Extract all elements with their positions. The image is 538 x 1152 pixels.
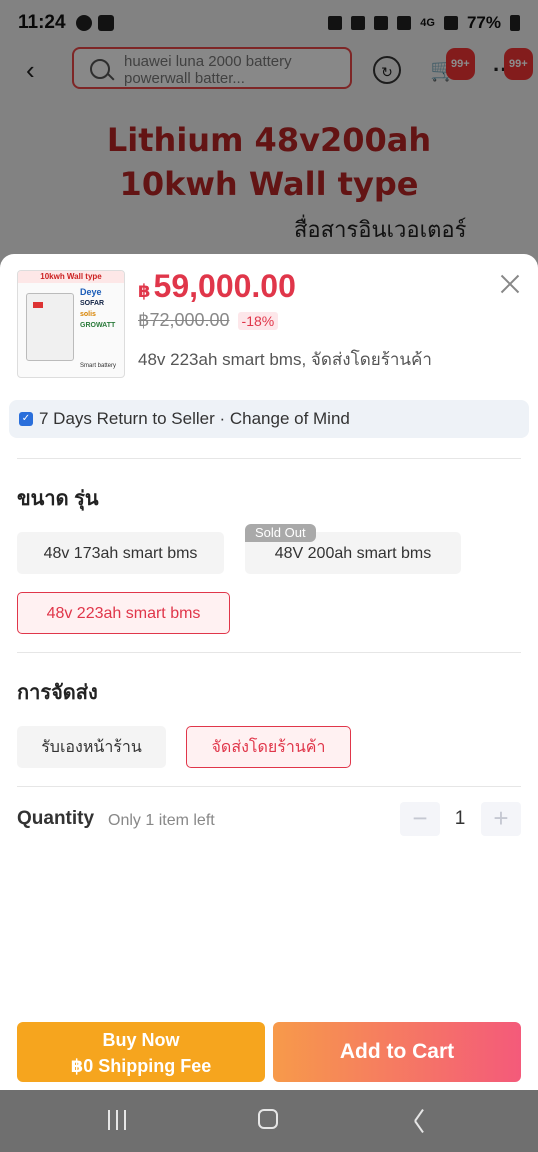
quantity-increase-button[interactable]: +: [481, 802, 521, 836]
add-to-cart-button[interactable]: Add to Cart: [273, 1022, 521, 1082]
system-navigation-bar: [0, 1090, 538, 1152]
old-price-row: ฿72,000.00 -18%: [138, 310, 279, 331]
quantity-decrease-button[interactable]: −: [400, 802, 440, 836]
shipping-option-seller-delivery[interactable]: จัดส่งโดยร้านค้า: [186, 726, 351, 768]
thumbnail-footer: Smart battery: [80, 363, 117, 369]
recent-apps-icon[interactable]: [108, 1110, 128, 1130]
quantity-label: Quantity: [17, 808, 95, 829]
selected-variant-summary: 48v 223ah smart bms, จัดส่งโดยร้านค้า: [138, 350, 432, 369]
product-thumbnail: 10kwh Wall type Deye SOFAR solis GROWATT…: [17, 270, 125, 378]
system-back-icon[interactable]: [412, 1108, 426, 1132]
stock-note: Only 1 item left: [108, 812, 215, 829]
size-option-223ah[interactable]: 48v 223ah smart bms: [17, 592, 230, 634]
return-policy-text: 7 Days Return to Seller · Change of Mind: [39, 409, 350, 428]
buy-now-button[interactable]: Buy Now ฿0 Shipping Fee: [17, 1022, 265, 1082]
divider: [17, 458, 521, 459]
currency-symbol: ฿: [138, 281, 151, 301]
close-icon[interactable]: [496, 270, 524, 298]
sold-out-badge: Sold Out: [245, 524, 316, 542]
check-icon: ✓: [19, 412, 33, 426]
buy-now-label: Buy Now: [102, 1030, 180, 1050]
quantity-value[interactable]: 1: [440, 808, 480, 830]
modal-backdrop[interactable]: [0, 0, 538, 270]
shipping-section-title: การจัดส่ง: [17, 682, 98, 704]
shipping-fee-label: ฿0 Shipping Fee: [70, 1056, 212, 1076]
divider: [17, 786, 521, 787]
discount-badge: -18%: [237, 311, 279, 330]
divider: [17, 652, 521, 653]
return-policy-banner[interactable]: ✓ 7 Days Return to Seller · Change of Mi…: [9, 400, 529, 438]
size-option-173ah[interactable]: 48v 173ah smart bms: [17, 532, 224, 574]
price-amount: 59,000.00: [153, 268, 296, 304]
original-price: ฿72,000.00: [138, 310, 230, 330]
variant-selector-sheet: 10kwh Wall type Deye SOFAR solis GROWATT…: [0, 254, 538, 1090]
home-icon[interactable]: [258, 1109, 278, 1129]
thumbnail-brands: Deye SOFAR solis GROWATT: [80, 287, 116, 329]
shipping-option-pickup[interactable]: รับเองหน้าร้าน: [17, 726, 166, 768]
current-price: ฿ 59,000.00: [138, 268, 296, 305]
thumbnail-caption: 10kwh Wall type: [18, 271, 124, 283]
battery-image: [26, 293, 74, 361]
size-section-title: ขนาด รุ่น: [17, 488, 99, 510]
